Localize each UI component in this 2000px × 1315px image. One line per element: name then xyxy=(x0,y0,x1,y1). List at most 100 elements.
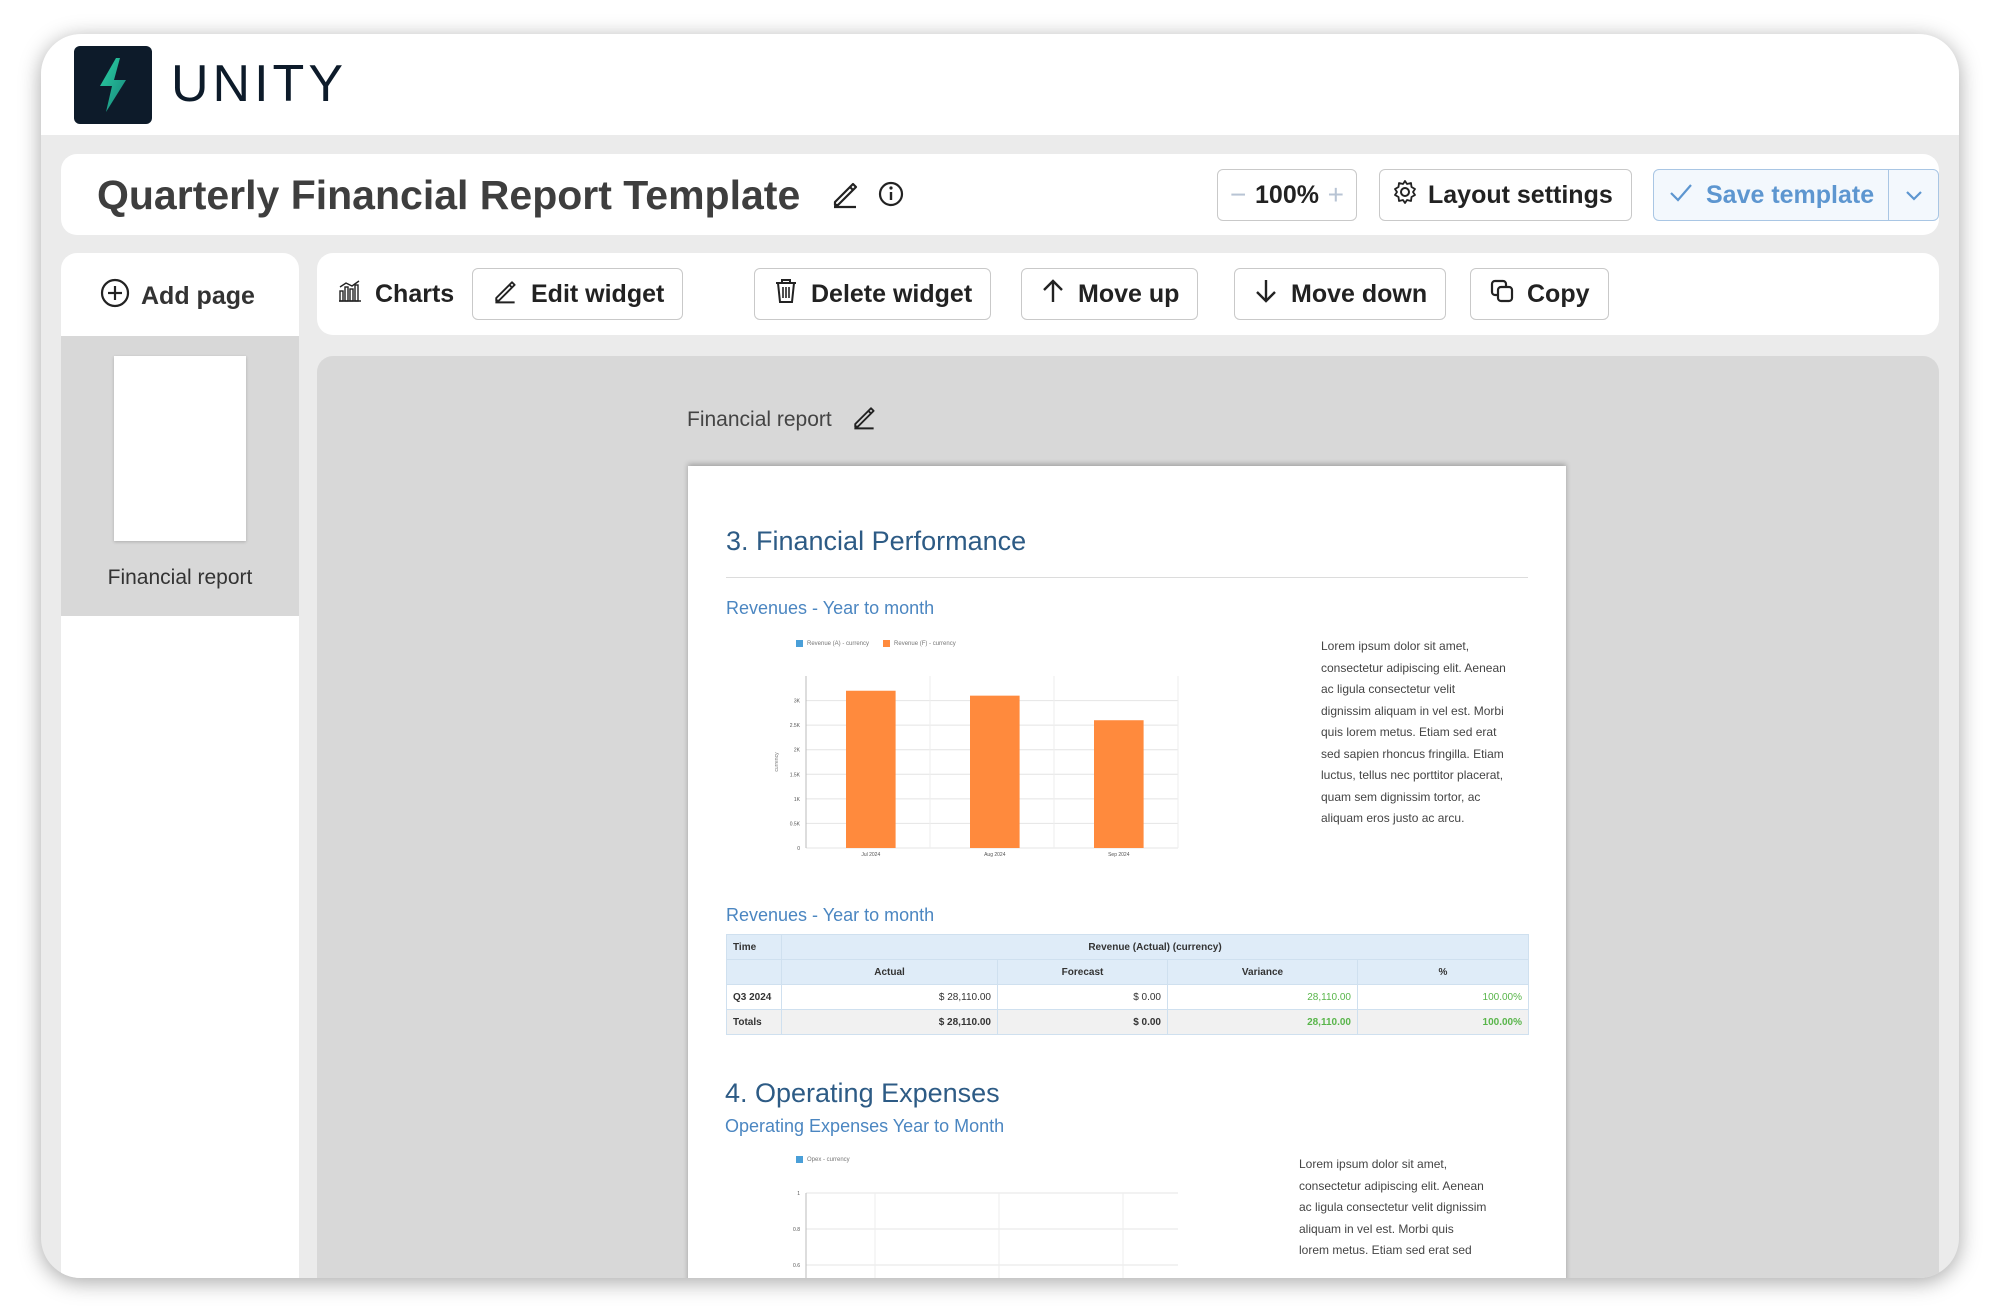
arrow-down-icon xyxy=(1253,277,1279,312)
table-header xyxy=(726,959,782,985)
move-down-label: Move down xyxy=(1291,279,1428,308)
layout-settings-label: Layout settings xyxy=(1428,180,1613,209)
widget-toolbar: Charts Edit widget Delete widget Move up… xyxy=(317,253,1939,335)
table-row: Q3 2024 $ 28,110.00 $ 0.00 28,110.00 100… xyxy=(726,984,1529,1010)
move-up-button[interactable]: Move up xyxy=(1021,268,1199,320)
revenue-table: Time Revenue (Actual) (currency) Actual … xyxy=(726,934,1529,1035)
table-header: Variance xyxy=(1167,959,1358,985)
charts-menu[interactable]: Charts xyxy=(337,268,454,320)
page-thumbnail-label: Financial report xyxy=(107,566,253,589)
chart-title: Operating Expenses Year to Month xyxy=(725,1116,1005,1136)
revenue-bar-chart: 0 0.5K 1K 1.5K 2K 2.5K 3K currency Jul 2024 Aug 2… xyxy=(774,676,1179,858)
text-block: Lorem ipsum dolor sit amet, consectetur a… xyxy=(1299,1157,1487,1257)
move-down-button[interactable]: Move down xyxy=(1234,268,1447,320)
table-header: % xyxy=(1357,959,1529,985)
y-tick-label: 0.6 xyxy=(793,1263,800,1269)
page-title: Quarterly Financial Report Template xyxy=(97,172,801,218)
y-tick-label: 1 xyxy=(797,1191,800,1197)
add-page-button[interactable]: Add page xyxy=(99,277,255,316)
table-cell: $ 0.00 xyxy=(997,984,1168,1010)
y-tick-label: 2K xyxy=(794,748,801,754)
section-heading: 3. Financial Performance xyxy=(726,526,1027,556)
table-cell: 100.00% xyxy=(1357,1009,1529,1035)
page-canvas: Financial report 3. Financial Performanc… xyxy=(317,356,1939,1278)
table-header: Revenue (Actual) (currency) xyxy=(781,934,1529,960)
check-icon xyxy=(1668,179,1694,212)
save-template-button[interactable]: Save template xyxy=(1653,169,1939,221)
pages-sidebar: Add page Financial report xyxy=(61,253,299,1278)
copy-icon xyxy=(1489,278,1515,311)
table-cell: $ 28,110.00 xyxy=(781,984,998,1010)
arrow-up-icon xyxy=(1040,277,1066,312)
copy-label: Copy xyxy=(1527,279,1590,308)
x-tick-label: Aug 2024 xyxy=(984,852,1006,858)
layout-settings-button[interactable]: Layout settings xyxy=(1379,169,1632,221)
table-cell: $ 0.00 xyxy=(997,1009,1168,1035)
pencil-icon xyxy=(491,277,519,312)
info-icon[interactable] xyxy=(875,178,907,210)
edit-widget-button[interactable]: Edit widget xyxy=(472,268,684,320)
brand-name: UNITY xyxy=(171,55,347,113)
chart-title: Revenues - Year to month xyxy=(726,598,935,618)
table-cell: 28,110.00 xyxy=(1167,1009,1358,1035)
table-cell: 100.00% xyxy=(1357,984,1529,1010)
bar xyxy=(846,690,896,848)
x-tick-label: Jul 2024 xyxy=(861,852,880,858)
x-tick-label: Sep 2024 xyxy=(1108,852,1130,858)
table-cell: 28,110.00 xyxy=(1167,984,1358,1010)
copy-button[interactable]: Copy xyxy=(1470,268,1609,320)
gear-icon xyxy=(1392,179,1418,212)
plus-circle-icon xyxy=(99,277,131,316)
y-tick-label: 0 xyxy=(797,846,800,852)
template-header: Quarterly Financial Report Template − 10… xyxy=(61,154,1939,235)
y-tick-label: 0.5K xyxy=(790,821,801,827)
table-totals-row: Totals $ 28,110.00 $ 0.00 28,110.00 100.… xyxy=(726,1009,1529,1035)
unity-logo-icon xyxy=(74,46,152,124)
delete-widget-button[interactable]: Delete widget xyxy=(754,268,992,320)
edit-widget-label: Edit widget xyxy=(531,279,665,308)
table-subheader-row: Actual Forecast Variance % xyxy=(726,959,1529,985)
table-cell: $ 28,110.00 xyxy=(781,1009,998,1035)
table-cell: Q3 2024 xyxy=(726,984,782,1010)
y-tick-label: 0.8 xyxy=(793,1227,800,1233)
legend-item: Revenue (A) - currency xyxy=(796,640,869,647)
chevron-down-icon[interactable] xyxy=(1888,170,1938,220)
top-bar: UNITY xyxy=(41,34,1959,135)
sidebar-page-item[interactable]: Financial report xyxy=(61,336,299,616)
y-tick-label: 1K xyxy=(794,797,801,803)
table-title: Revenues - Year to month xyxy=(726,905,935,925)
bar xyxy=(1094,720,1144,848)
table-header-row: Time Revenue (Actual) (currency) xyxy=(726,934,1529,960)
section-heading: 4. Operating Expenses xyxy=(725,1078,1000,1108)
opex-bar-chart: 1 0.8 0.6 xyxy=(793,1191,1178,1278)
add-page-label: Add page xyxy=(141,282,255,310)
y-axis-label: currency xyxy=(774,752,780,772)
app-window: UNITY Quarterly Financial Report Templat… xyxy=(41,34,1959,1278)
legend-item: Opex - currency xyxy=(796,1156,850,1163)
table-header: Time xyxy=(726,934,782,960)
charts-label: Charts xyxy=(375,279,455,308)
report-page: 3. Financial Performance Revenues - Year… xyxy=(688,466,1566,1278)
chart-legend: Opex - currency xyxy=(796,1156,850,1163)
y-tick-label: 3K xyxy=(794,699,801,705)
zoom-in-button[interactable]: + xyxy=(1328,179,1344,211)
bar xyxy=(970,695,1020,848)
y-tick-label: 1.5K xyxy=(790,772,801,778)
y-tick-label: 2.5K xyxy=(790,723,801,729)
edit-title-icon[interactable] xyxy=(829,178,861,210)
chart-icon xyxy=(337,279,363,310)
edit-page-name-icon[interactable] xyxy=(850,403,878,437)
trash-icon xyxy=(773,277,799,312)
table-header: Actual xyxy=(781,959,998,985)
zoom-out-button[interactable]: − xyxy=(1230,179,1246,211)
page-thumbnail[interactable] xyxy=(114,356,246,541)
canvas-page-label: Financial report xyxy=(687,403,878,437)
section-divider xyxy=(726,577,1528,578)
text-block: Lorem ipsum dolor sit amet, consectetur a… xyxy=(1321,639,1506,825)
canvas-page-title: Financial report xyxy=(687,408,832,431)
table-header: Forecast xyxy=(997,959,1168,985)
delete-widget-label: Delete widget xyxy=(811,279,973,308)
chart-legend: Revenue (A) - currency Revenue (F) - cur… xyxy=(796,640,956,647)
legend-item: Revenue (F) - currency xyxy=(883,640,956,647)
table-cell: Totals xyxy=(726,1009,782,1035)
